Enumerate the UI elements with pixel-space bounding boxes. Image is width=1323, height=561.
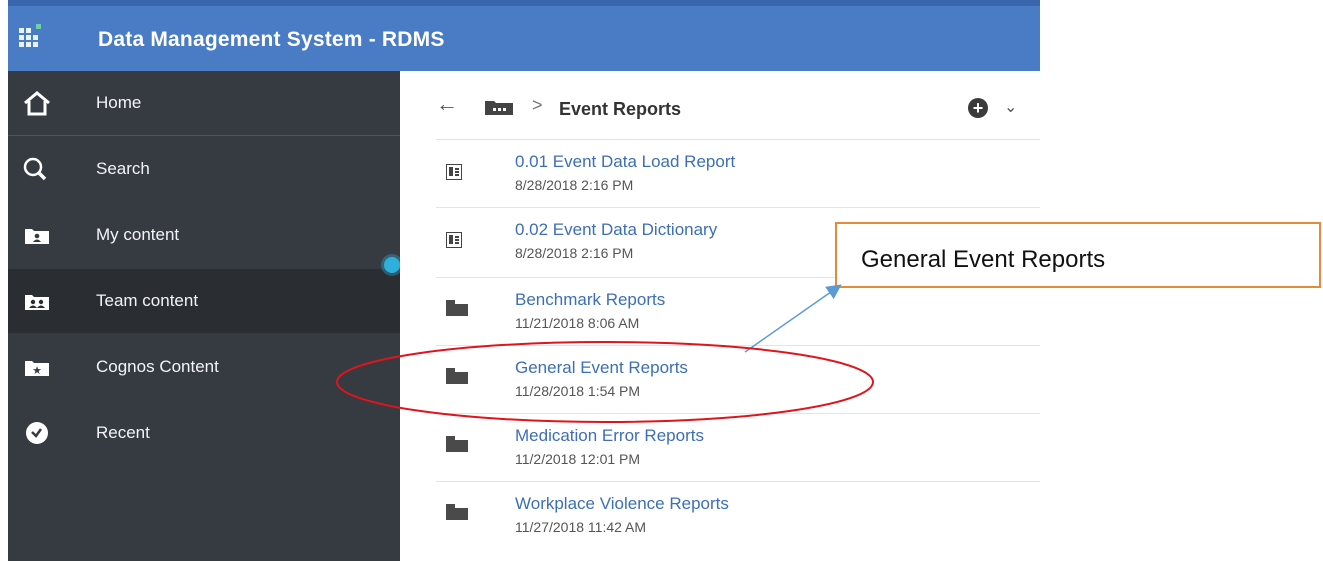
- resize-handle[interactable]: [384, 257, 400, 273]
- folder-icon[interactable]: [485, 101, 513, 115]
- report-icon: [446, 232, 462, 248]
- sidebar-item-recent[interactable]: Recent: [8, 401, 400, 465]
- item-name[interactable]: Medication Error Reports: [515, 426, 704, 446]
- sidebar-item-home[interactable]: Home: [8, 71, 400, 135]
- sidebar-item-label: Search: [96, 159, 150, 178]
- folder-icon: [446, 504, 468, 520]
- item-name[interactable]: 0.01 Event Data Load Report: [515, 152, 735, 172]
- back-arrow-icon[interactable]: ←: [436, 91, 458, 117]
- sidebar-item-label: Home: [96, 93, 142, 112]
- more-icon[interactable]: ⌄: [1004, 97, 1017, 117]
- divider: [8, 135, 400, 136]
- breadcrumb-separator: >: [532, 95, 543, 115]
- sidebar-item-team-content[interactable]: Team content: [8, 269, 400, 333]
- report-icon: [446, 164, 462, 180]
- item-name[interactable]: Benchmark Reports: [515, 290, 665, 310]
- app-logo-icon: [19, 24, 45, 50]
- item-date: 11/27/2018 11:42 AM: [515, 519, 647, 535]
- item-date: 8/28/2018 2:16 PM: [515, 245, 634, 261]
- list-item[interactable]: Workplace Violence Reports 11/27/2018 11…: [436, 481, 1040, 549]
- add-icon[interactable]: +: [968, 98, 988, 118]
- item-date: 11/28/2018 1:54 PM: [515, 383, 641, 399]
- callout-text: General Event Reports: [861, 246, 1106, 273]
- sidebar: Home Search My content Team content ★ Co…: [8, 71, 400, 561]
- item-date: 11/2/2018 12:01 PM: [515, 451, 641, 467]
- search-icon: [21, 156, 53, 182]
- home-icon: [21, 90, 53, 116]
- item-date: 11/21/2018 8:06 AM: [515, 315, 640, 331]
- item-date: 8/28/2018 2:16 PM: [515, 177, 634, 193]
- list-item[interactable]: General Event Reports 11/28/2018 1:54 PM: [436, 345, 1040, 413]
- sidebar-item-my-content[interactable]: My content: [8, 203, 400, 267]
- item-name[interactable]: 0.02 Event Data Dictionary: [515, 220, 717, 240]
- sidebar-item-label: Cognos Content: [96, 357, 219, 376]
- sidebar-item-label: Recent: [96, 423, 150, 442]
- folder-icon: [446, 300, 468, 316]
- breadcrumb-current: Event Reports: [559, 99, 682, 119]
- svg-text:★: ★: [32, 364, 42, 377]
- team-content-icon: [21, 288, 53, 314]
- breadcrumb: ← > Event Reports + ⌄: [400, 71, 1040, 139]
- header-bar: Data Management System - RDMS: [8, 0, 1040, 71]
- list-item[interactable]: Medication Error Reports 11/2/2018 12:01…: [436, 413, 1040, 481]
- sidebar-item-label: My content: [96, 225, 180, 244]
- sidebar-item-cognos-content[interactable]: ★ Cognos Content: [8, 335, 400, 399]
- annotation-callout: General Event Reports: [835, 222, 1321, 288]
- sidebar-item-search[interactable]: Search: [8, 137, 400, 201]
- star-folder-icon: ★: [21, 354, 53, 380]
- clock-icon: [21, 420, 53, 446]
- folder-icon: [446, 368, 468, 384]
- list-item[interactable]: 0.01 Event Data Load Report 8/28/2018 2:…: [436, 139, 1040, 207]
- item-name[interactable]: Workplace Violence Reports: [515, 494, 729, 514]
- folder-icon: [446, 436, 468, 452]
- item-name[interactable]: General Event Reports: [515, 358, 688, 378]
- my-content-icon: [21, 222, 53, 248]
- app-title: Data Management System - RDMS: [98, 28, 445, 51]
- content-pane: ← > Event Reports + ⌄ 0.01 Event Data Lo…: [400, 71, 1040, 561]
- sidebar-item-label: Team content: [96, 291, 199, 310]
